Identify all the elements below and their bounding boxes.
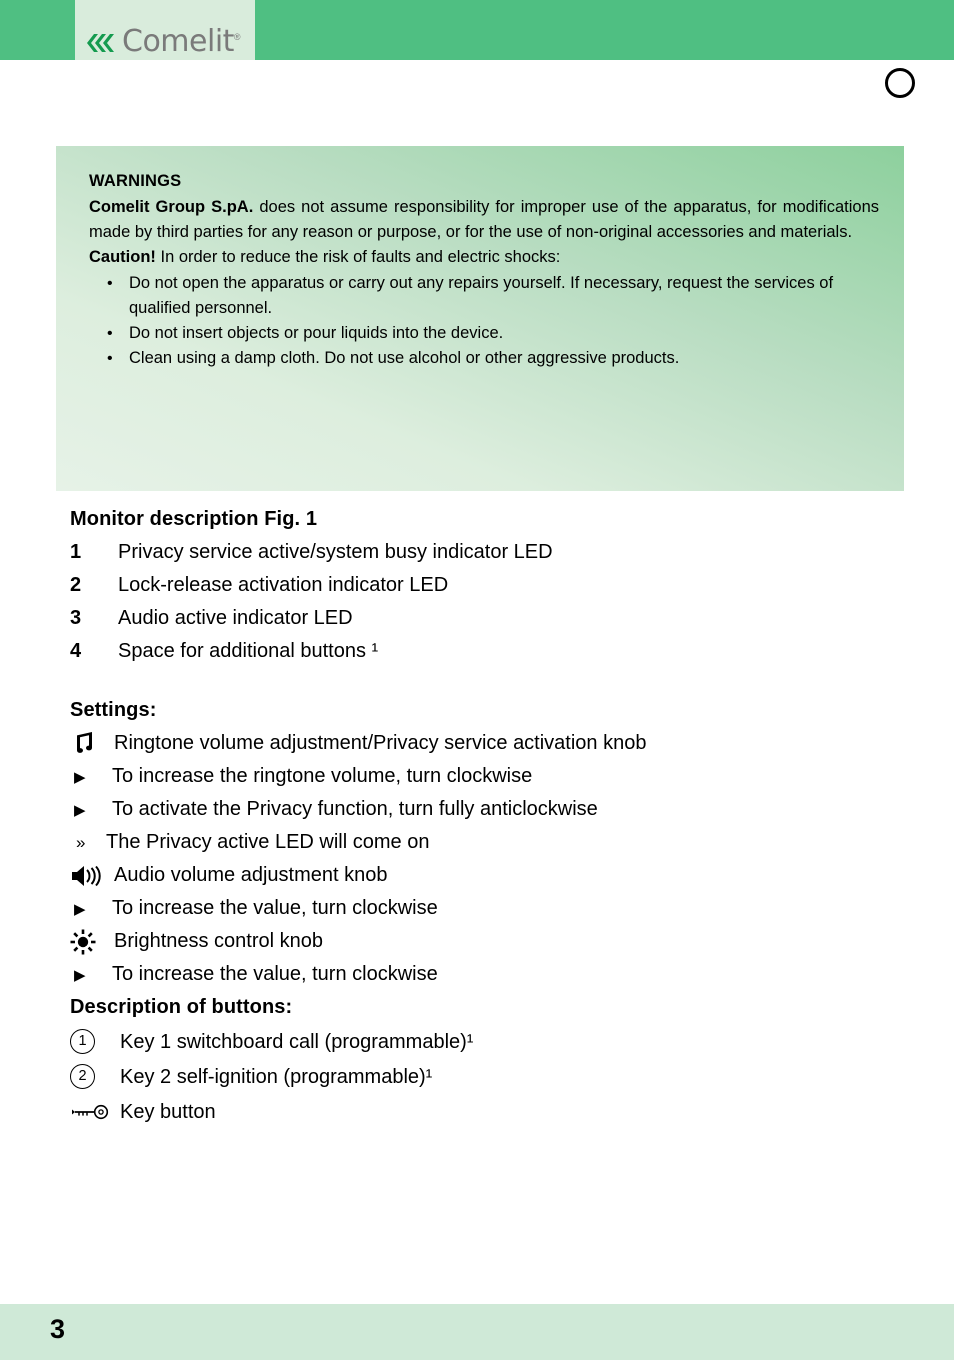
list-item-text: To increase the ringtone volume, turn cl… <box>112 765 533 787</box>
page-header: Comelit ® <box>0 0 954 60</box>
list-item: ▶ To increase the value, turn clockwise <box>70 958 940 991</box>
speaker-volume-icon <box>70 862 114 890</box>
list-item-text: Key 1 switchboard call (programmable)¹ <box>120 1030 474 1053</box>
bullet-dot-icon: • <box>107 275 113 292</box>
item-number: 1 <box>70 541 82 563</box>
item-number: 2 <box>70 574 82 596</box>
item-label: Lock-release activation indicator LED <box>118 574 449 596</box>
ringtone-knob-row: Ringtone volume adjustment/Privacy servi… <box>70 727 940 760</box>
triangle-bullet-icon: ▶ <box>74 768 86 786</box>
list-item: • Do not open the apparatus or carry out… <box>89 271 878 321</box>
item-number: 4 <box>70 640 82 662</box>
key-button-label: Key button <box>120 1100 216 1123</box>
list-item: 1 Privacy service active/system busy ind… <box>70 536 940 569</box>
list-item-text: Key 2 self-ignition (programmable)¹ <box>120 1065 433 1088</box>
comelit-logo: Comelit ® <box>86 24 241 59</box>
warnings-title: WARNINGS <box>89 172 182 190</box>
brightness-knob-row: Brightness control knob <box>70 925 940 958</box>
list-item: » The Privacy active LED will come on <box>70 826 940 859</box>
warnings-caution: Caution! In order to reduce the risk of … <box>89 245 878 270</box>
list-item: 2 Lock-release activation indicator LED <box>70 569 940 602</box>
warnings-paragraph: Comelit Group S.pA. does not assume resp… <box>89 195 879 245</box>
key-icon <box>70 1103 120 1121</box>
circled-number-2-icon: 2 <box>70 1064 120 1089</box>
page-number: 3 <box>50 1314 66 1344</box>
triangle-bullet-icon: ▶ <box>74 900 86 918</box>
list-item: • Do not insert objects or pour liquids … <box>89 321 878 346</box>
circled-number-value: 1 <box>70 1029 95 1054</box>
circled-number-value: 2 <box>70 1064 95 1089</box>
list-item: 4 Space for additional buttons ¹ <box>70 635 940 668</box>
list-item-text: To increase the value, turn clockwise <box>112 963 438 985</box>
buttons-description-title: Description of buttons: <box>70 996 293 1018</box>
list-item: • Clean using a damp cloth. Do not use a… <box>89 346 878 371</box>
main-content: Monitor description Fig. 1 1 Privacy ser… <box>70 503 940 1129</box>
comelit-chevron-logo-icon <box>87 34 114 52</box>
brightness-sun-icon <box>70 928 114 956</box>
list-item: 2 Key 2 self-ignition (programmable)¹ <box>70 1059 940 1094</box>
audio-knob-row: Audio volume adjustment knob <box>70 859 940 892</box>
brightness-knob-label: Brightness control knob <box>114 930 324 952</box>
warnings-company-name: Comelit Group S.pA. <box>89 198 254 216</box>
list-item: ▶ To activate the Privacy function, turn… <box>70 793 940 826</box>
monitor-description-title: Monitor description Fig. 1 <box>70 508 318 530</box>
guillemet-bullet-icon: » <box>76 832 86 852</box>
item-label: Space for additional buttons ¹ <box>118 640 379 662</box>
key-button-row: Key button <box>70 1094 940 1129</box>
logo-registered-mark: ® <box>233 32 241 42</box>
triangle-bullet-icon: ▶ <box>74 966 86 984</box>
ringtone-knob-label: Ringtone volume adjustment/Privacy servi… <box>114 732 647 754</box>
list-item-text: Do not open the apparatus or carry out a… <box>129 274 834 317</box>
list-item-text: Do not insert objects or pour liquids in… <box>129 324 504 342</box>
list-item: ▶ To increase the value, turn clockwise <box>70 892 940 925</box>
caution-label: Caution! <box>89 248 156 266</box>
list-item-text: To increase the value, turn clockwise <box>112 897 438 919</box>
list-item: 3 Audio active indicator LED <box>70 602 940 635</box>
list-item-text: The Privacy active LED will come on <box>106 831 430 853</box>
bullet-dot-icon: • <box>107 350 113 367</box>
warnings-box: WARNINGS Comelit Group S.pA. does not as… <box>56 146 904 491</box>
item-label: Privacy service active/system busy indic… <box>118 541 553 563</box>
circled-number-1-icon: 1 <box>70 1029 120 1054</box>
triangle-bullet-icon: ▶ <box>74 801 86 819</box>
item-number: 3 <box>70 607 82 629</box>
audio-knob-label: Audio volume adjustment knob <box>114 864 388 886</box>
warnings-bullet-list: • Do not open the apparatus or carry out… <box>89 271 878 371</box>
bullet-dot-icon: • <box>107 325 113 342</box>
list-item-text: Clean using a damp cloth. Do not use alc… <box>129 349 680 367</box>
settings-title: Settings: <box>70 699 157 721</box>
logo-wordmark: Comelit <box>122 24 234 59</box>
list-item: 1 Key 1 switchboard call (programmable)¹ <box>70 1024 940 1059</box>
caution-text: In order to reduce the risk of faults an… <box>155 248 561 266</box>
music-note-icon <box>70 730 114 758</box>
page-footer: 3 <box>0 1304 954 1360</box>
circle-outline-icon <box>885 68 915 98</box>
item-label: Audio active indicator LED <box>118 607 353 629</box>
list-item-text: To activate the Privacy function, turn f… <box>112 798 598 820</box>
list-item: ▶ To increase the ringtone volume, turn … <box>70 760 940 793</box>
